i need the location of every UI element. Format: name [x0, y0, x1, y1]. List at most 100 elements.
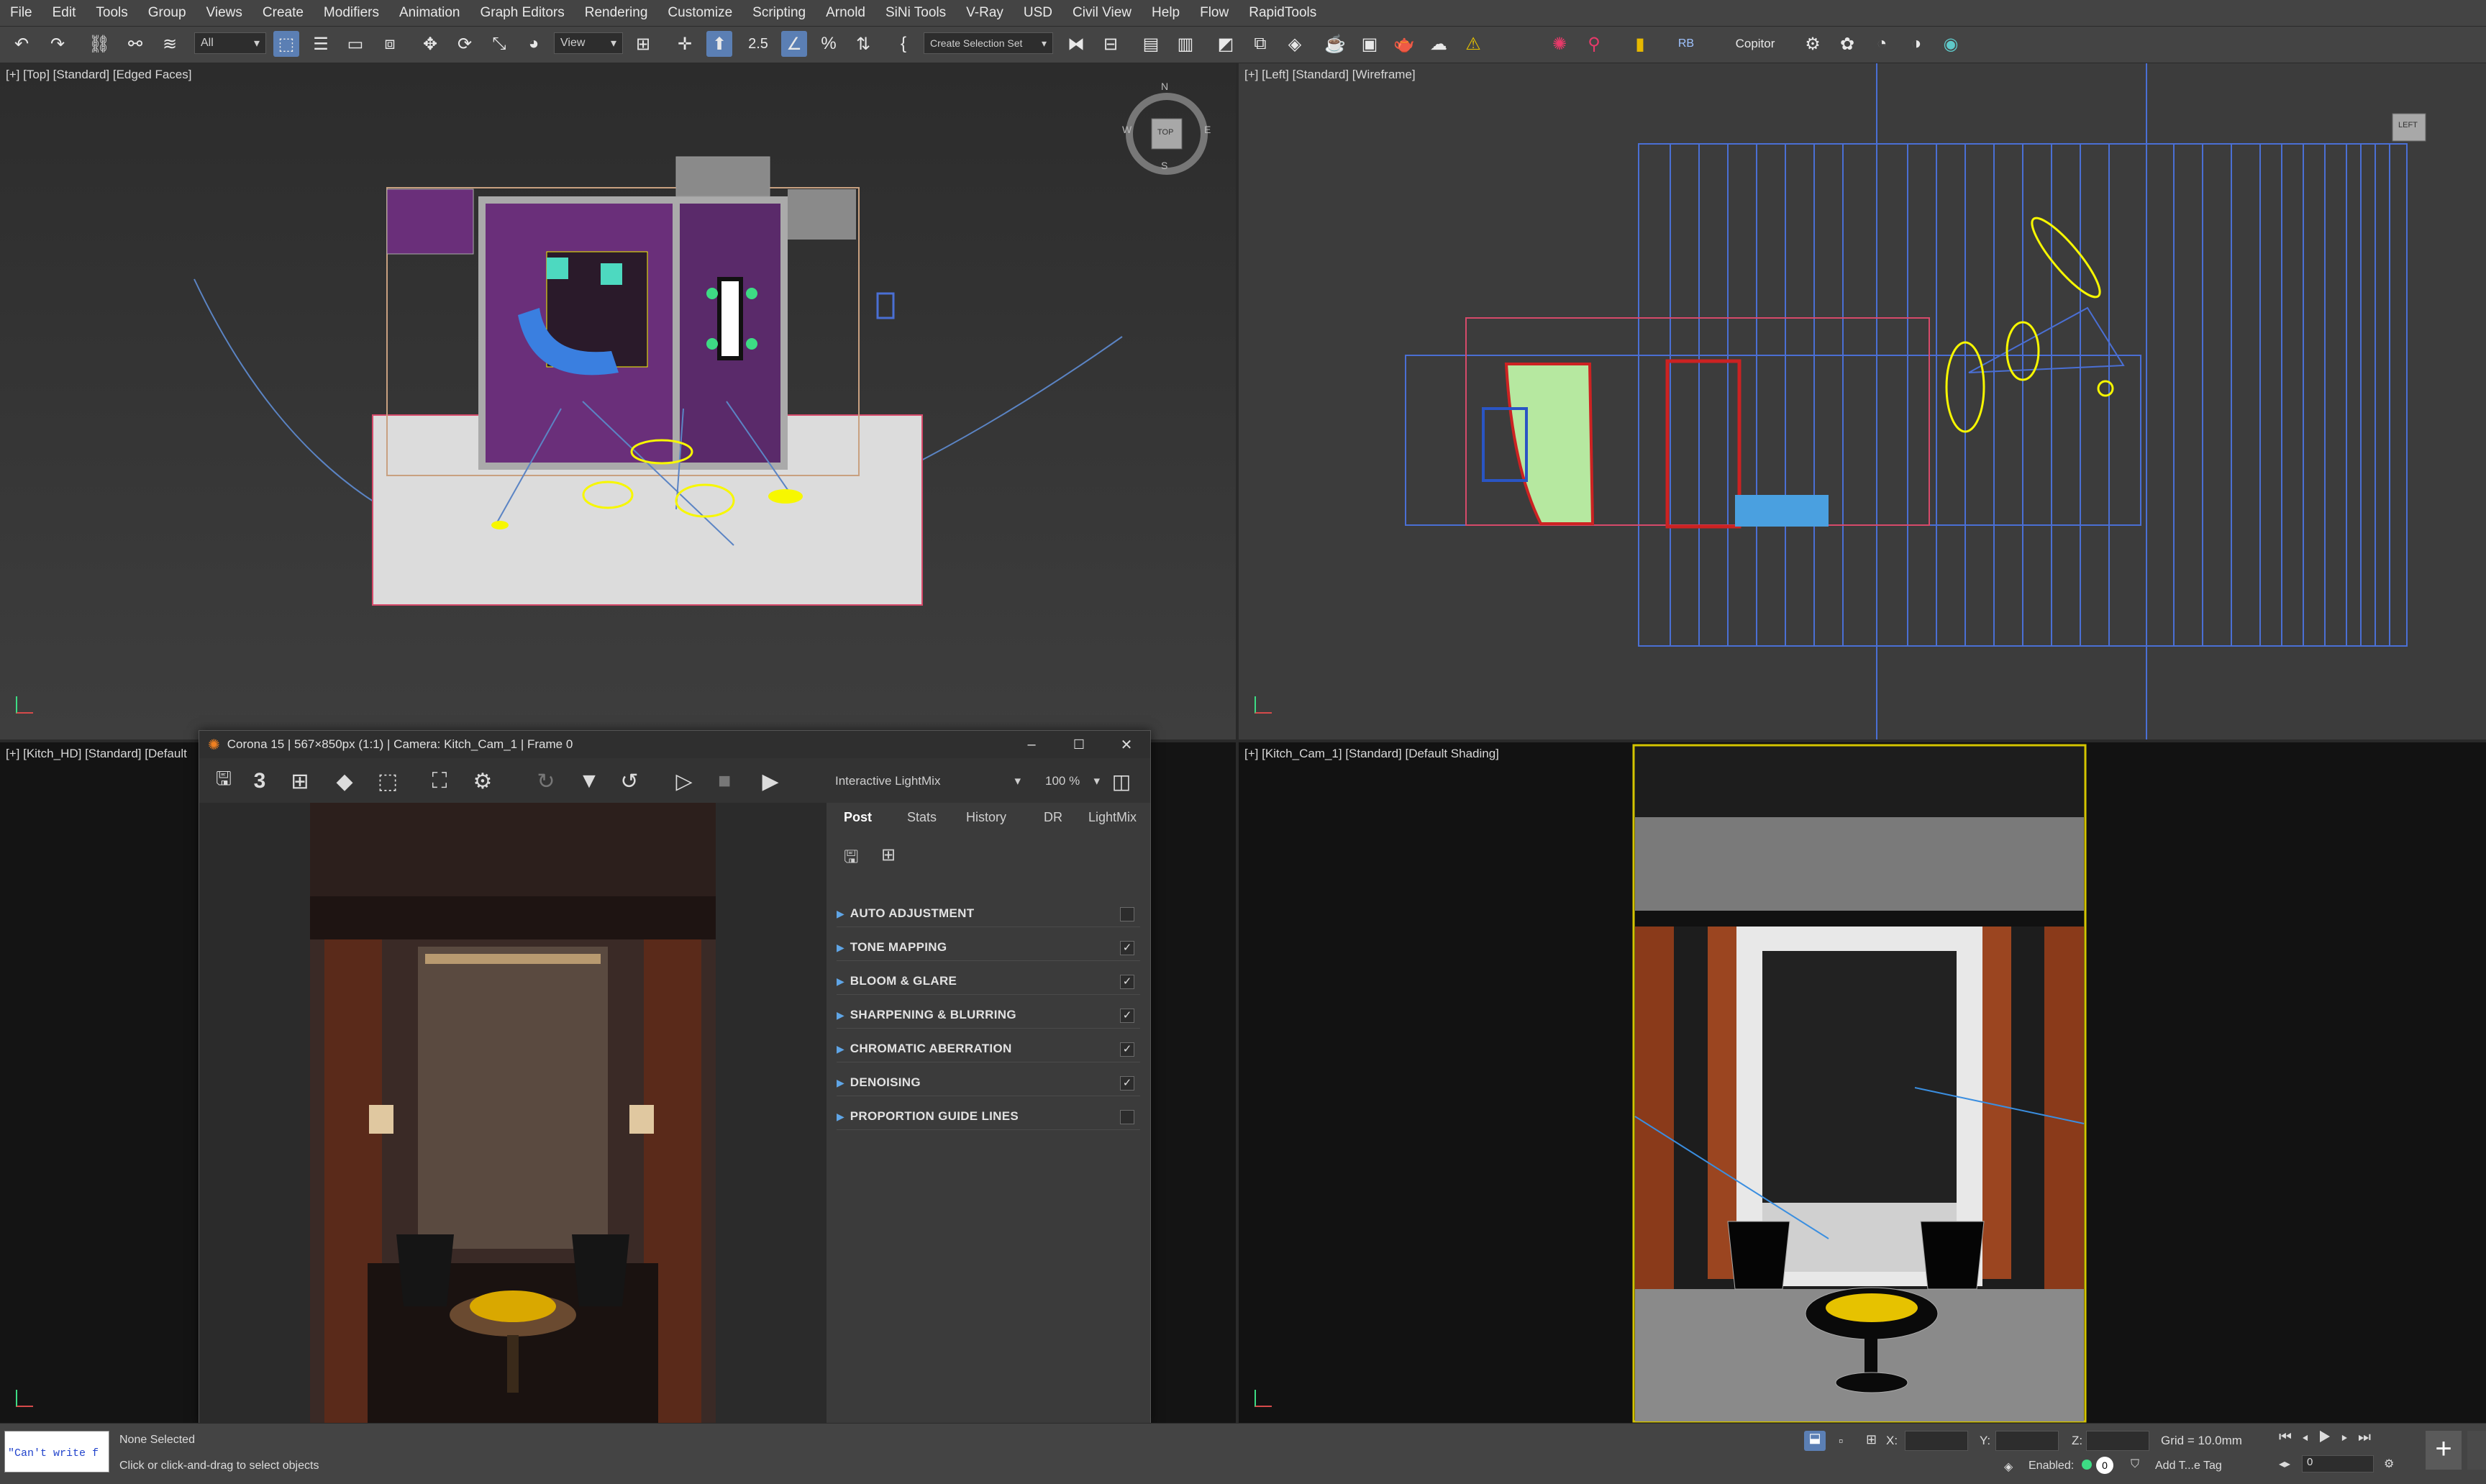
expand-arrow-icon[interactable]: ▶ — [837, 942, 844, 954]
key-mode-icon[interactable]: ◂▸ — [2279, 1457, 2290, 1471]
viewport-top[interactable]: [+] [Top] [Standard] [Edged Faces] N S W — [0, 63, 1239, 742]
selection-filter-dropdown[interactable]: All ▾ — [194, 32, 266, 54]
goto-start-icon[interactable]: ⏮ — [2279, 1429, 2302, 1445]
post-section-tone-mapping[interactable]: ▶ TONE MAPPING ✓ — [837, 934, 1140, 961]
expand-arrow-icon[interactable]: ▶ — [837, 975, 844, 988]
region-render-icon[interactable]: ⬚ — [372, 765, 404, 797]
viewcube-label[interactable]: TOP — [1157, 128, 1173, 137]
material-editor-icon[interactable]: ◈ — [1282, 31, 1308, 57]
next-frame-icon[interactable]: ▸ — [2341, 1429, 2358, 1445]
play-icon[interactable]: ▶ — [2318, 1429, 2341, 1445]
tab-post[interactable]: Post — [844, 810, 872, 825]
enabled-count-badge[interactable]: 0 — [2096, 1457, 2113, 1474]
adaptive-degradation-icon[interactable]: ◈ — [2004, 1460, 2013, 1474]
angle-snap-icon[interactable]: ∠ — [781, 31, 807, 57]
clear-vfb-icon[interactable]: ◆ — [329, 765, 360, 797]
select-move-icon[interactable]: ✥ — [417, 31, 443, 57]
select-object-icon[interactable]: ⬚ — [273, 31, 299, 57]
post-section-checkbox[interactable]: ✓ — [1120, 941, 1134, 955]
place-icon[interactable]: ◕ — [521, 31, 547, 57]
render-passes-icon[interactable]: 3 — [244, 765, 276, 797]
select-scale-icon[interactable]: ⤡ — [486, 31, 512, 57]
post-section-auto-adjustment[interactable]: ▶ AUTO ADJUSTMENT — [837, 901, 1140, 927]
menu-graph-editors[interactable]: Graph Editors — [470, 0, 575, 26]
spinner-snap-icon[interactable]: ⇅ — [850, 31, 876, 57]
toggle-ribbon-icon[interactable]: ▥ — [1173, 31, 1198, 57]
lock-selection-icon[interactable]: ▫ — [1839, 1434, 1843, 1449]
expand-arrow-icon[interactable]: ▶ — [837, 1043, 844, 1055]
post-section-checkbox[interactable]: ✓ — [1120, 1042, 1134, 1057]
copitor-button[interactable]: Copitor — [1726, 31, 1784, 57]
warning-icon[interactable]: ⚠ — [1460, 31, 1486, 57]
viewport-kitch-hd-label[interactable]: [+] [Kitch_HD] [Standard] [Default — [6, 747, 187, 761]
select-manipulate-icon[interactable]: ✛ — [672, 31, 698, 57]
plugin-tool-3-icon[interactable]: ◔ — [1869, 31, 1895, 57]
edit-named-selection-icon[interactable]: { — [891, 31, 916, 57]
maxscript-listener[interactable]: "Can't write f — [4, 1431, 109, 1472]
schematic-view-icon[interactable]: ⧉ — [1247, 31, 1273, 57]
plugin-tool-1-icon[interactable]: ⚙ — [1800, 31, 1826, 57]
post-section-denoising[interactable]: ▶ DENOISING ✓ — [837, 1070, 1140, 1096]
menu-file[interactable]: File — [0, 0, 42, 26]
post-section-checkbox[interactable] — [1120, 1110, 1134, 1124]
align-icon[interactable]: ⊟ — [1098, 31, 1124, 57]
maximize-icon[interactable]: ☐ — [1055, 737, 1103, 752]
tab-dr[interactable]: DR — [1044, 810, 1062, 825]
zoom-dropdown[interactable]: 100 % ▾ — [1045, 774, 1100, 788]
viewport-nav-strip[interactable] — [2467, 1431, 2486, 1470]
percent-snap-icon[interactable]: % — [816, 31, 842, 57]
post-section-checkbox[interactable]: ✓ — [1120, 1009, 1134, 1023]
prev-frame-icon[interactable]: ◂ — [2302, 1429, 2318, 1445]
plugin-tool-2-icon[interactable]: ✿ — [1834, 31, 1860, 57]
start-render-icon[interactable]: ▷ — [668, 765, 700, 797]
menu-group[interactable]: Group — [138, 0, 196, 26]
add-image-icon[interactable]: ⊞ — [284, 765, 316, 797]
redo-icon[interactable]: ↷ — [45, 31, 70, 57]
menu-arnold[interactable]: Arnold — [816, 0, 875, 26]
refresh-icon[interactable]: ↻ — [530, 765, 562, 797]
absolute-mode-icon[interactable]: ⊞ — [1866, 1432, 1877, 1447]
minimize-icon[interactable]: – — [1008, 737, 1055, 753]
named-selection-set-dropdown[interactable]: Create Selection Set ▾ — [924, 32, 1053, 54]
render-setup-icon[interactable]: ☕ — [1322, 31, 1348, 57]
time-config-icon[interactable]: ⚙ — [2384, 1457, 2394, 1471]
add-time-tag-button[interactable]: Add T...e Tag — [2155, 1460, 2222, 1472]
post-section-chromatic-aberration[interactable]: ▶ CHROMATIC ABERRATION ✓ — [837, 1036, 1140, 1062]
rb-icon[interactable]: RB — [1673, 31, 1699, 57]
bind-space-warp-icon[interactable]: ≋ — [157, 31, 183, 57]
goto-end-icon[interactable]: ⏭ — [2358, 1429, 2381, 1445]
keyboard-shortcut-override-icon[interactable]: ⬆ — [706, 31, 732, 57]
rect-selection-region-icon[interactable]: ▭ — [342, 31, 368, 57]
menu-usd[interactable]: USD — [1014, 0, 1062, 26]
menu-scripting[interactable]: Scripting — [742, 0, 816, 26]
corona-render-icon[interactable]: ✺ — [1547, 31, 1572, 57]
x-coordinate-input[interactable] — [1905, 1431, 1968, 1451]
expand-arrow-icon[interactable]: ▶ — [837, 1077, 844, 1089]
tab-stats[interactable]: Stats — [907, 810, 937, 825]
render-canvas[interactable] — [199, 803, 827, 1423]
expand-arrow-icon[interactable]: ▶ — [837, 1111, 844, 1123]
menu-rendering[interactable]: Rendering — [575, 0, 658, 26]
post-section-checkbox[interactable] — [1120, 907, 1134, 921]
menu-help[interactable]: Help — [1142, 0, 1190, 26]
render-production-icon[interactable]: 🫖 — [1391, 31, 1417, 57]
isolate-selection-icon[interactable]: ⬓ — [1804, 1431, 1826, 1451]
layer-explorer-icon[interactable]: ▤ — [1138, 31, 1164, 57]
tag-icon[interactable]: ⛉ — [2131, 1458, 2139, 1471]
corona-title-bar[interactable]: ✺ Corona 15 | 567×850px (1:1) | Camera: … — [199, 731, 1150, 758]
pivot-center-icon[interactable]: ⊞ — [630, 31, 656, 57]
menu-edit[interactable]: Edit — [42, 0, 86, 26]
link-icon[interactable]: ⛓ — [86, 31, 112, 57]
select-by-name-icon[interactable]: ☰ — [308, 31, 334, 57]
curve-editor-icon[interactable]: ◩ — [1213, 31, 1239, 57]
render-in-cloud-icon[interactable]: ☁ — [1426, 31, 1452, 57]
unlink-icon[interactable]: ⚯ — [122, 31, 148, 57]
load-preset-icon[interactable]: ⊞ — [881, 845, 896, 865]
viewport-kitch-cam[interactable]: [+] [Kitch_Cam_1] [Standard] [Default Sh… — [1239, 742, 2486, 1423]
menu-civil-view[interactable]: Civil View — [1062, 0, 1142, 26]
expand-arrow-icon[interactable]: ▶ — [837, 908, 844, 920]
close-icon[interactable]: ✕ — [1103, 736, 1150, 754]
menu-tools[interactable]: Tools — [86, 0, 137, 26]
v-filter-icon[interactable]: ▼ — [573, 765, 605, 797]
fit-region-icon[interactable]: ⛶ — [424, 765, 455, 797]
